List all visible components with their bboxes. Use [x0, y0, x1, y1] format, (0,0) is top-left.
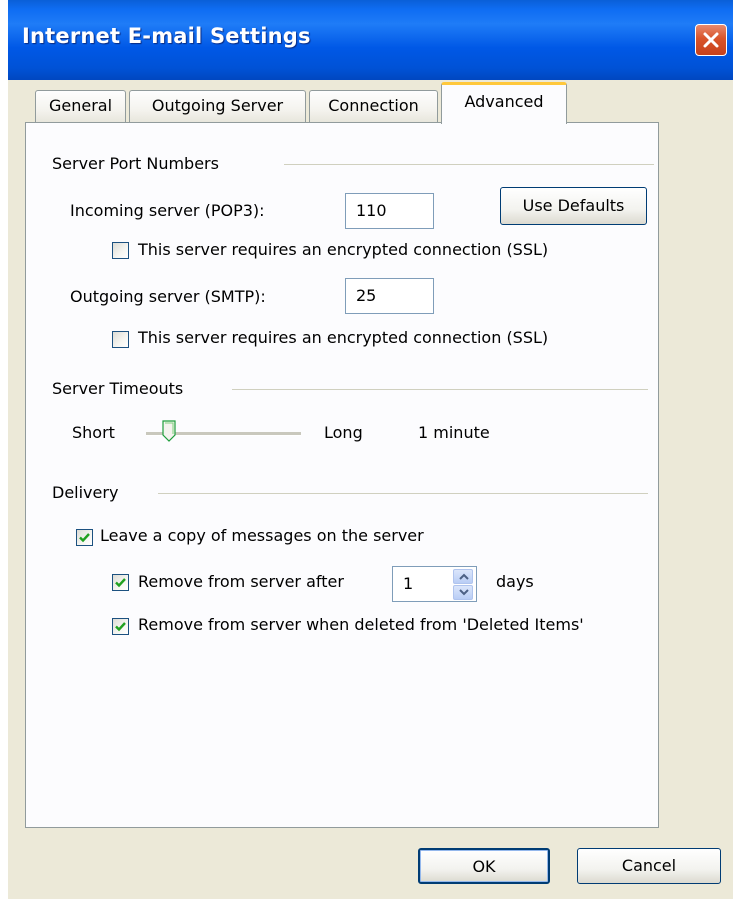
outgoing-server-label: Outgoing server (SMTP): [70, 287, 266, 306]
window-title: Internet E-mail Settings [22, 24, 311, 48]
timeout-short-label: Short [72, 423, 115, 442]
tab-outgoing-server-label: Outgoing Server [151, 96, 284, 115]
timeout-long-label: Long [324, 423, 363, 442]
timeout-slider-thumb[interactable] [162, 420, 176, 446]
cancel-button[interactable]: Cancel [577, 848, 721, 884]
remove-deleted-label: Remove from server when deleted from 'De… [138, 615, 584, 634]
remove-after-checkbox[interactable] [112, 574, 129, 591]
checkmark-icon [79, 533, 90, 543]
group-divider [158, 493, 648, 494]
days-spinner [451, 566, 477, 602]
incoming-ssl-label: This server requires an encrypted connec… [138, 240, 549, 259]
leave-copy-label: Leave a copy of messages on the server [100, 526, 424, 545]
timeout-value-text: 1 minute [418, 423, 490, 442]
spin-down-button[interactable] [453, 585, 473, 600]
slider-thumb-icon [162, 420, 176, 442]
days-label: days [496, 572, 534, 591]
delivery-heading: Delivery [52, 483, 119, 502]
remove-after-days-input[interactable]: 1 [392, 566, 451, 602]
incoming-ssl-checkbox[interactable] [112, 242, 129, 259]
incoming-port-input[interactable]: 110 [345, 193, 434, 229]
remove-deleted-checkbox[interactable] [112, 618, 129, 635]
close-button[interactable] [695, 24, 727, 56]
tab-general-label: General [48, 96, 113, 115]
tab-advanced-label: Advanced [464, 92, 544, 111]
dialog-window: Internet E-mail Settings General Outgoin… [8, 0, 733, 899]
server-timeouts-heading: Server Timeouts [52, 379, 184, 398]
ok-button[interactable]: OK [418, 848, 550, 884]
close-icon [703, 32, 719, 48]
remove-after-label: Remove from server after [138, 572, 344, 591]
group-divider [232, 389, 648, 390]
checkmark-icon [115, 622, 126, 632]
tab-connection[interactable]: Connection [309, 90, 438, 123]
advanced-tab-panel: Server Port Numbers Incoming server (POP… [25, 122, 659, 828]
tab-connection-label: Connection [328, 96, 419, 115]
tab-advanced[interactable]: Advanced [441, 82, 567, 124]
leave-copy-checkbox[interactable] [76, 529, 93, 546]
chevron-down-icon [459, 589, 469, 596]
outgoing-port-input[interactable]: 25 [345, 278, 434, 314]
server-port-numbers-heading: Server Port Numbers [52, 154, 219, 173]
outgoing-ssl-checkbox[interactable] [112, 331, 129, 348]
tab-general[interactable]: General [35, 90, 126, 123]
left-edge-margin [0, 0, 8, 899]
chevron-up-icon [459, 573, 469, 580]
title-bar[interactable]: Internet E-mail Settings [8, 0, 733, 80]
incoming-server-label: Incoming server (POP3): [70, 201, 265, 220]
checkmark-icon [115, 578, 126, 588]
use-defaults-button[interactable]: Use Defaults [500, 187, 647, 225]
tab-outgoing-server[interactable]: Outgoing Server [129, 90, 306, 123]
outgoing-ssl-label: This server requires an encrypted connec… [138, 328, 549, 347]
group-divider [284, 164, 654, 165]
spin-up-button[interactable] [453, 569, 473, 584]
